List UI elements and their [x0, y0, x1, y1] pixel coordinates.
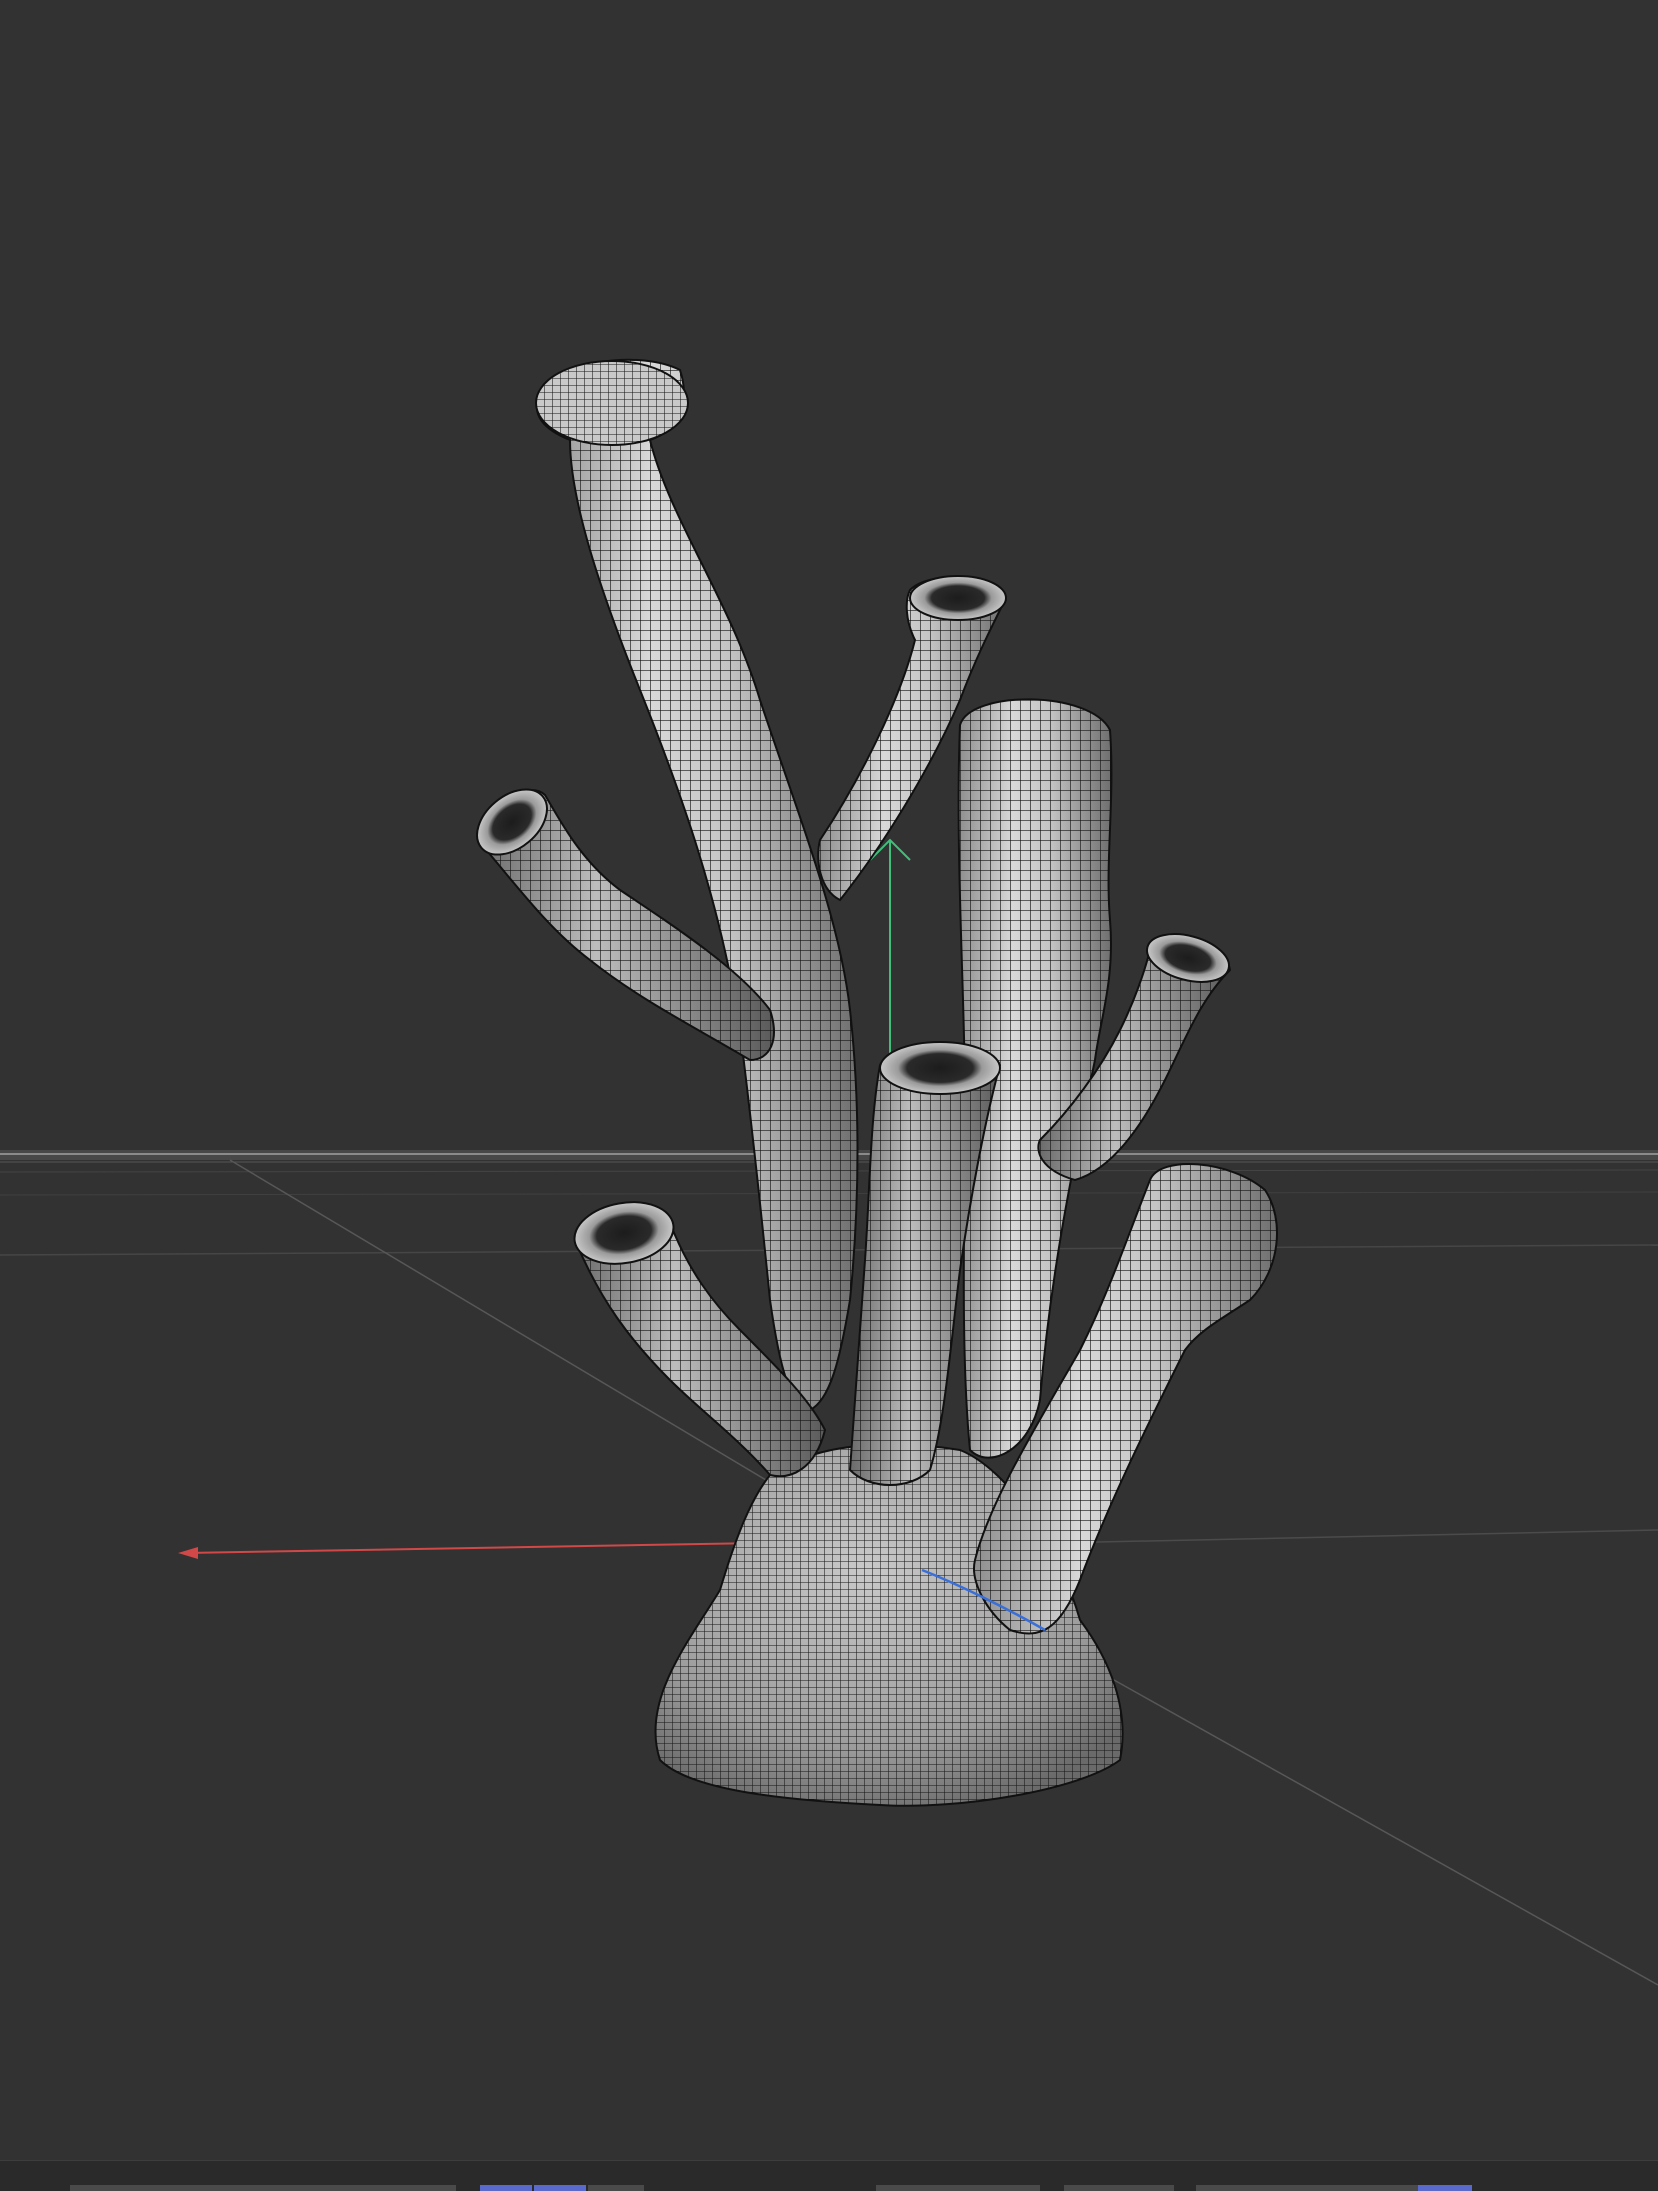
toolbar-segment-1[interactable] — [70, 2185, 456, 2191]
toolbar-segment-8[interactable] — [1418, 2185, 1472, 2191]
bottom-toolbar — [0, 2160, 1658, 2191]
viewport-canvas[interactable] — [0, 0, 1658, 2160]
toolbar-segment-4[interactable] — [588, 2185, 644, 2191]
toolbar-segment-3[interactable] — [534, 2185, 586, 2191]
3d-viewport[interactable] — [0, 0, 1658, 2160]
x-axis-line — [178, 1542, 761, 1559]
toolbar-segment-5[interactable] — [876, 2185, 1040, 2191]
toolbar-segment-7[interactable] — [1196, 2185, 1418, 2191]
toolbar-segment-2[interactable] — [480, 2185, 532, 2191]
coral-mesh[interactable] — [465, 358, 1278, 1807]
y-axis-line — [869, 838, 911, 1080]
toolbar-segment-6[interactable] — [1064, 2185, 1174, 2191]
